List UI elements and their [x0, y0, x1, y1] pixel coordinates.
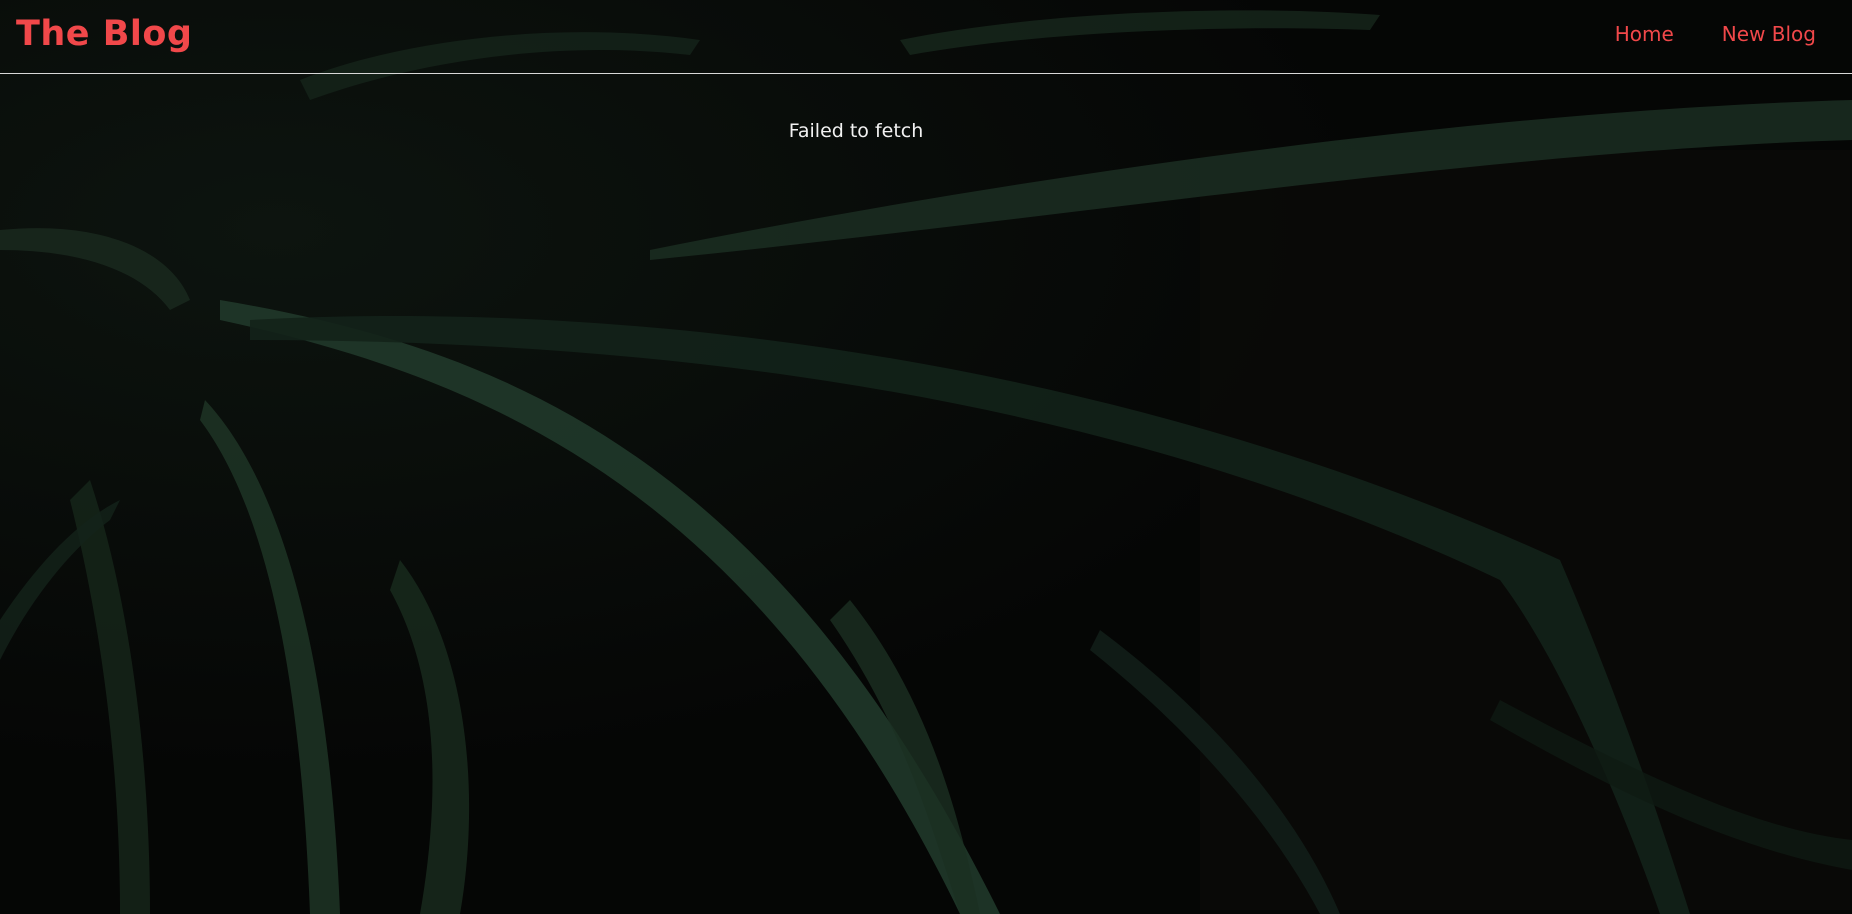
nav-link-new-blog[interactable]: New Blog — [1722, 22, 1816, 46]
main-content: Failed to fetch — [0, 120, 1852, 142]
site-title[interactable]: The Blog — [16, 15, 193, 54]
nav-links: Home New Blog — [1615, 22, 1816, 46]
nav-link-home[interactable]: Home — [1615, 22, 1674, 46]
page: The Blog Home New Blog Failed to fetch — [0, 0, 1852, 914]
navbar: The Blog Home New Blog — [0, 0, 1852, 74]
error-message: Failed to fetch — [788, 120, 924, 142]
